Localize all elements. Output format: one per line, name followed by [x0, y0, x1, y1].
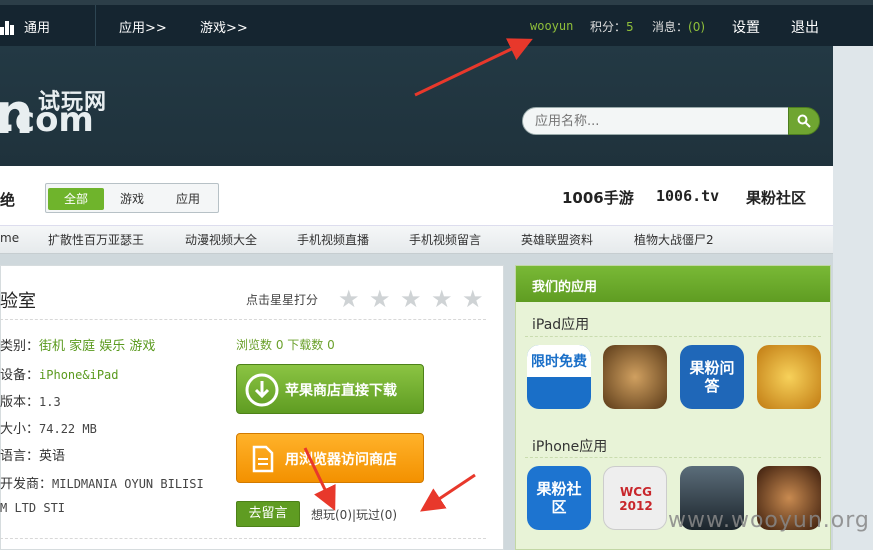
info-label: 开发商：	[0, 477, 53, 492]
filter-all-tab[interactable]: 全部	[48, 188, 104, 210]
star-icon[interactable]: ★	[431, 287, 455, 311]
watermark: www.wooyun.org	[668, 508, 870, 533]
info-label: 版本：	[0, 395, 40, 410]
divider	[0, 319, 486, 320]
points-value: 5	[626, 20, 634, 34]
browser-store-label: 用浏览器访问商店	[285, 452, 397, 468]
quick-link-1006-games[interactable]: 1006手游	[562, 187, 634, 208]
info-label: 设备：	[0, 368, 40, 383]
info-version: 版本：1.3	[0, 391, 61, 410]
filter-apps-tab[interactable]: 应用	[160, 188, 216, 210]
pirate-game-icon[interactable]	[603, 345, 667, 409]
hot-tags-bar: me 扩散性百万亚瑟王 动漫视频大全 手机视频直播 手机视频留言 英雄联盟资料 …	[0, 226, 833, 254]
info-device: 设备：iPhone&iPad	[0, 364, 119, 383]
guofen-community-icon[interactable]: 果粉社区	[527, 466, 591, 530]
icon-label: 果粉问答	[689, 359, 735, 395]
messages-value: (0)	[688, 20, 706, 34]
info-label: 类别：	[0, 339, 40, 354]
top-nav-bar: 通用 应用>> 游戏>> wooyun 积分：5 消息：(0) 设置 退出	[0, 0, 873, 46]
developer-value: MILDMANIA OYUN BILISI	[52, 477, 204, 491]
icon-label: WCG 2012	[619, 485, 653, 513]
points-label: 积分：	[590, 20, 627, 34]
document-icon	[252, 445, 274, 473]
hot-tag[interactable]: 扩散性百万亚瑟王	[48, 231, 144, 248]
appstore-download-button[interactable]: 苹果商店直接下载	[236, 364, 424, 414]
info-label: 语言：	[0, 449, 40, 464]
app-title: 验室	[0, 291, 36, 312]
search-input[interactable]	[522, 107, 794, 135]
nav-apps-link[interactable]: 应用>>	[119, 17, 167, 36]
info-category: 类别：街机 家庭 娱乐 游戏	[0, 335, 155, 354]
divider	[0, 538, 486, 539]
nav-divider	[95, 5, 96, 46]
version-value: 1.3	[39, 395, 61, 409]
quick-link-guofen[interactable]: 果粉社区	[746, 187, 806, 208]
username-link[interactable]: wooyun	[530, 19, 573, 33]
our-apps-header: 我们的应用	[516, 266, 830, 302]
guofen-qa-icon[interactable]: 果粉问答	[680, 345, 744, 409]
settings-link[interactable]: 设置	[732, 17, 760, 37]
category-heading: 绝	[0, 191, 16, 209]
hot-tag[interactable]: 手机视频留言	[409, 231, 481, 248]
language-value: 英语	[39, 449, 66, 464]
developer-value-cont: M LTD STI	[0, 501, 66, 515]
search-icon	[797, 114, 811, 128]
divider	[525, 336, 821, 337]
quick-link-1006-tv[interactable]: 1006.tv	[656, 187, 719, 205]
hot-tag[interactable]: 手机视频直播	[297, 231, 369, 248]
chart-logo-icon	[0, 19, 14, 35]
info-language: 语言：英语	[0, 445, 65, 464]
hot-tag[interactable]: 动漫视频大全	[185, 231, 257, 248]
info-size: 大小：74.22 MB	[0, 418, 97, 437]
search-box	[522, 107, 820, 135]
messages-label: 消息：	[652, 20, 689, 34]
brand-logo-cn: 试玩网	[38, 90, 108, 115]
hot-tag[interactable]: 英雄联盟资料	[521, 231, 593, 248]
messages-display[interactable]: 消息：(0)	[652, 18, 705, 35]
hot-tag[interactable]: me	[0, 231, 19, 245]
nav-home[interactable]: 通用	[24, 17, 50, 36]
info-developer: 开发商：MILDMANIA OYUN BILISI	[0, 473, 204, 492]
browser-store-button[interactable]: 用浏览器访问商店	[236, 433, 424, 483]
star-icon[interactable]: ★	[338, 287, 362, 311]
logout-link[interactable]: 退出	[791, 17, 819, 37]
comment-button[interactable]: 去留言	[236, 501, 300, 527]
iphone-apps-title: iPhone应用	[532, 439, 608, 455]
info-developer-cont: M LTD STI	[0, 501, 65, 516]
wcg-2012-icon[interactable]: WCG 2012	[603, 466, 667, 530]
appstore-download-label: 苹果商店直接下载	[285, 383, 397, 399]
page-gutter	[833, 46, 873, 550]
category-links[interactable]: 街机 家庭 娱乐 游戏	[39, 339, 155, 354]
limited-free-icon[interactable]: 限时免费	[527, 345, 591, 409]
size-value: 74.22 MB	[39, 422, 97, 436]
info-label: 大小：	[0, 422, 40, 437]
download-icon	[245, 373, 279, 407]
star-icon[interactable]: ★	[369, 287, 393, 311]
category-filter: 全部 游戏 应用	[45, 183, 219, 213]
hot-tag[interactable]: 植物大战僵尸2	[634, 231, 714, 248]
device-value: iPhone&iPad	[39, 368, 119, 382]
divider	[525, 457, 821, 458]
star-icon[interactable]: ★	[462, 287, 486, 311]
want-played-counter[interactable]: 想玩(0)|玩过(0)	[311, 506, 397, 523]
points-display: 积分：5	[590, 18, 634, 35]
icon-label: 果粉社区	[536, 480, 582, 516]
icon-label: 限时免费	[531, 354, 587, 370]
ipad-apps-title: iPad应用	[532, 317, 590, 333]
site-header: n .com 试玩网	[0, 46, 833, 166]
cartoon-video-icon[interactable]	[757, 345, 821, 409]
star-icon[interactable]: ★	[400, 287, 424, 311]
nav-games-link[interactable]: 游戏>>	[200, 17, 248, 36]
rate-label: 点击星星打分	[246, 293, 319, 307]
filter-games-tab[interactable]: 游戏	[104, 188, 160, 210]
rating-stars: ★ ★ ★ ★ ★	[338, 287, 493, 311]
view-download-stats: 浏览数 0 下载数 0	[236, 338, 335, 352]
search-button[interactable]	[788, 107, 820, 135]
